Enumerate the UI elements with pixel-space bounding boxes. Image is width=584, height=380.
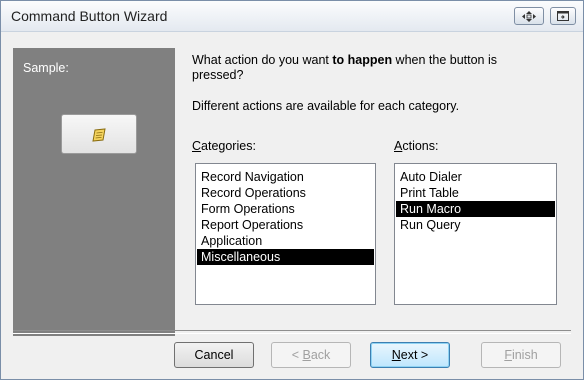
title-bar: Command Button Wizard — [1, 1, 583, 32]
category-note: Different actions are available for each… — [192, 99, 460, 113]
actions-list-item[interactable]: Auto Dialer — [396, 169, 555, 185]
actions-list-item[interactable]: Run Query — [396, 217, 555, 233]
move-arrows-icon — [515, 10, 543, 23]
question-part: when the button is — [392, 53, 498, 67]
restore-button[interactable] — [550, 7, 576, 25]
next-accel: N — [391, 348, 401, 362]
restore-icon — [551, 10, 575, 22]
categories-list-item[interactable]: Miscellaneous — [197, 249, 374, 265]
cancel-button[interactable]: Cancel — [174, 342, 254, 368]
finish-rest: inish — [511, 348, 538, 362]
actions-label: Actions: — [394, 139, 438, 154]
categories-list-item[interactable]: Form Operations — [197, 201, 374, 217]
question-bold: to happen — [332, 53, 393, 67]
next-button[interactable]: Next > — [370, 342, 450, 368]
actions-label-rest: ctions: — [402, 139, 439, 153]
back-arrow-text: < — [291, 348, 303, 362]
question-text: What action do you want to happen when t… — [192, 53, 552, 83]
sample-panel: Sample: — [13, 48, 175, 336]
back-accel: B — [302, 348, 311, 362]
categories-list-item[interactable]: Application — [197, 233, 374, 249]
actions-list-item[interactable]: Print Table — [396, 185, 555, 201]
categories-list-item[interactable]: Record Navigation — [197, 169, 374, 185]
finish-button[interactable]: Finish — [481, 342, 561, 368]
wizard-body: Sample: What action do you want to happe… — [1, 32, 583, 379]
wizard-window: Command Button Wizard Sample: What actio… — [0, 0, 584, 380]
actions-listbox[interactable]: Auto Dialer Print Table Run Macro Run Query — [394, 163, 557, 305]
back-rest: ack — [310, 348, 331, 362]
sample-label: Sample: — [23, 61, 69, 75]
categories-label-accel: C — [192, 139, 202, 153]
back-button[interactable]: < Back — [271, 342, 351, 368]
actions-list-item[interactable]: Run Macro — [396, 201, 555, 217]
move-button[interactable] — [514, 7, 544, 25]
sample-button-preview — [61, 114, 137, 154]
finish-accel: F — [504, 348, 512, 362]
categories-listbox[interactable]: Record Navigation Record Operations Form O… — [195, 163, 376, 305]
next-rest: ext > — [400, 348, 429, 362]
categories-list-item[interactable]: Record Operations — [197, 185, 374, 201]
question-part: pressed? — [192, 68, 244, 82]
question-part: What action do you want — [192, 53, 333, 67]
window-title: Command Button Wizard — [11, 8, 168, 24]
separator — [13, 330, 571, 334]
categories-label-rest: ategories: — [201, 139, 256, 153]
categories-list-item[interactable]: Report Operations — [197, 217, 374, 233]
categories-label: Categories: — [192, 139, 256, 154]
